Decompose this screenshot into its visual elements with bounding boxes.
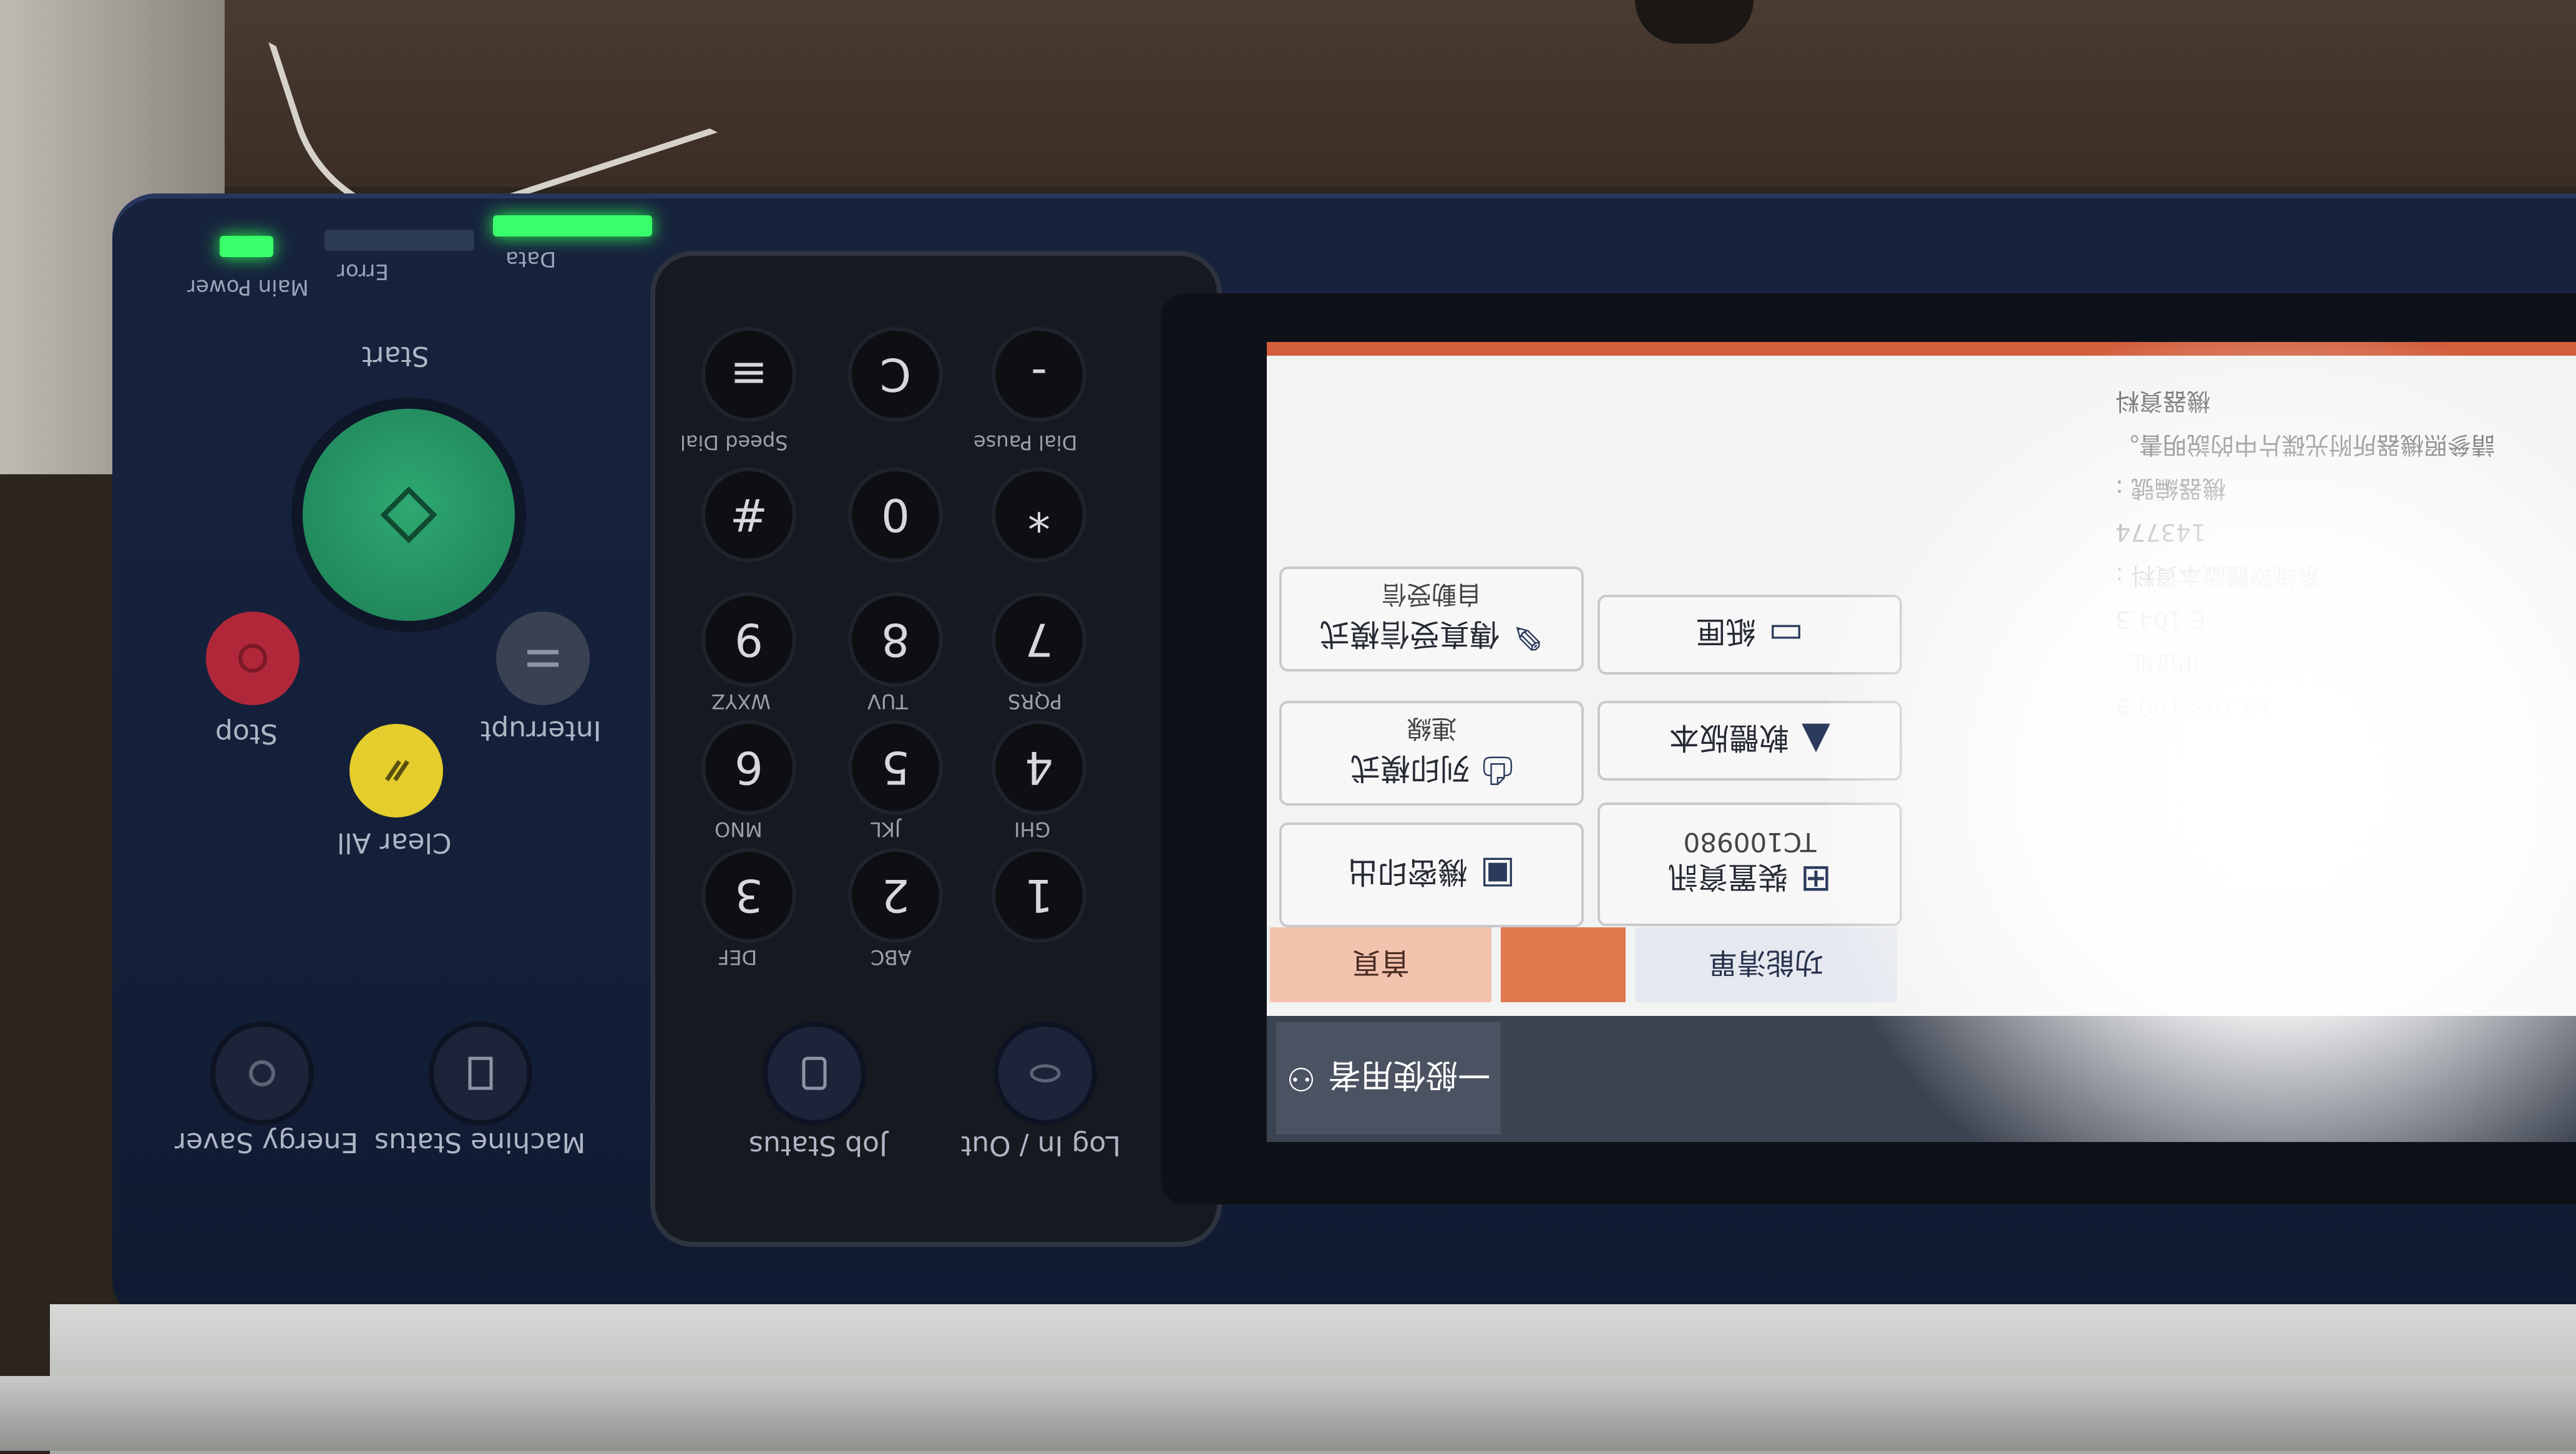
current-user-label: 一般使用者 xyxy=(1328,1056,1491,1094)
key-2-letters: ABC xyxy=(871,945,912,969)
clear-all-button[interactable] xyxy=(349,724,443,817)
counter-value: 143774 xyxy=(2115,519,2207,546)
key-2[interactable]: 2 xyxy=(852,852,939,939)
stop-label: Stop xyxy=(215,718,278,749)
key-6-letters: MNO xyxy=(715,817,763,841)
key-3[interactable]: 3 xyxy=(705,852,793,939)
job-status-button[interactable] xyxy=(768,1027,861,1120)
interrupt-label: Interrupt xyxy=(481,715,602,746)
main-power-label: Main Power xyxy=(187,275,309,300)
screen-top-bar xyxy=(1267,342,2576,356)
device-info-id: TC100980 xyxy=(1683,827,1817,857)
key-7[interactable]: 7 xyxy=(995,596,1083,683)
fax-receive-mode-label: 傳真受信模式 xyxy=(1319,617,1500,652)
energy-saver-label: Energy Saver xyxy=(175,1126,359,1158)
key-3-letters: DEF xyxy=(718,945,758,969)
software-version-label: 軟體版本 xyxy=(1669,720,1789,755)
clear-all-label: Clear All xyxy=(337,827,452,859)
output-tray-lower xyxy=(0,1376,2576,1451)
paper-tray-label: 紙匣 xyxy=(1695,614,1756,649)
key-5[interactable]: 5 xyxy=(852,724,939,811)
secure-print-label: 機密印出 xyxy=(1347,854,1468,889)
data-led xyxy=(493,215,652,237)
current-user-badge[interactable]: 一般使用者 ⚇ xyxy=(1276,1022,1501,1134)
key-9-letters: WXYZ xyxy=(711,690,771,713)
stop-icon xyxy=(238,644,267,673)
version-value: E 104.3 xyxy=(2115,606,2206,633)
dial-pause-key[interactable]: - xyxy=(995,331,1083,418)
tray-icon: ▭ xyxy=(1768,613,1804,656)
stop-button[interactable] xyxy=(206,612,300,705)
touch-screen: 10.193.160.9 IP位址 : E 104.3 系統軟體版本資料 : 1… xyxy=(1267,342,2576,1142)
tab-function-list[interactable]: 功能清單 xyxy=(1635,927,1897,1002)
fax-receive-mode-tile[interactable]: ✎ 傳真受信模式 自動受信 xyxy=(1279,567,1584,671)
screen-tab-bar: 首頁 功能清單 xyxy=(1267,927,2576,1008)
print-mode-tile[interactable]: ⎙ 列印模式 連線 xyxy=(1279,701,1584,806)
fax-icon: ✎ xyxy=(1511,615,1544,659)
interrupt-icon xyxy=(527,650,559,667)
secure-print-tile[interactable]: ▣ 機密印出 xyxy=(1279,822,1584,927)
ip-label: IP位址 : xyxy=(2115,650,2200,677)
machine-label: 機器編號 : xyxy=(2115,475,2226,502)
machine-status-icon xyxy=(468,1056,493,1090)
job-status-label: Job Status xyxy=(749,1130,888,1161)
machine-info-label: 機器資料 xyxy=(2115,388,2211,415)
key-7-letters: PQRS xyxy=(1008,690,1063,713)
machine-status-button[interactable] xyxy=(434,1027,527,1120)
speed-dial-key[interactable]: ≡ xyxy=(705,331,793,418)
clear-all-icon xyxy=(385,760,409,781)
print-mode-status: 連線 xyxy=(1407,714,1456,743)
main-power-led xyxy=(220,236,273,257)
energy-saver-button[interactable] xyxy=(215,1027,309,1120)
fax-receive-status: 自動受信 xyxy=(1382,580,1481,609)
software-icon: ▲ xyxy=(1801,719,1831,763)
dial-pause-label: Dial Pause xyxy=(973,431,1078,454)
energy-saver-icon xyxy=(249,1060,275,1086)
log-in-out-label: Log In / Out xyxy=(961,1130,1121,1161)
manual-note: 請參照機器所附光碟片中的說明書。 xyxy=(2115,431,2496,459)
device-info-icon: ⊞ xyxy=(1800,857,1832,901)
key-hash[interactable]: # xyxy=(705,471,793,559)
job-status-icon xyxy=(802,1056,827,1090)
device-info-label: 裝置資訊 xyxy=(1667,859,1788,894)
paper-tray-tile[interactable]: ▭ 紙匣 xyxy=(1598,595,1902,675)
key-1[interactable]: 1 xyxy=(995,852,1083,939)
print-mode-label: 列印模式 xyxy=(1350,751,1471,786)
log-in-out-button[interactable] xyxy=(998,1027,1092,1120)
interrupt-button[interactable] xyxy=(496,612,590,705)
key-6[interactable]: 6 xyxy=(705,724,793,811)
error-led xyxy=(324,230,474,251)
printer-icon: ⎙ xyxy=(1483,749,1513,793)
start-label: Start xyxy=(362,340,429,372)
start-button[interactable] xyxy=(303,409,515,621)
tab-divider xyxy=(1501,927,1626,1002)
device-info-tile[interactable]: ⊞ 裝置資訊 TC100980 xyxy=(1598,803,1902,926)
key-8[interactable]: 8 xyxy=(852,596,939,683)
user-icon: ⚇ xyxy=(1286,1060,1316,1097)
system-label: 系統軟體版本資料 : xyxy=(2115,562,2321,590)
key-star[interactable]: * xyxy=(995,471,1083,559)
machine-status-label: Machine Status xyxy=(374,1126,586,1158)
key-9[interactable]: 9 xyxy=(705,596,793,683)
key-0[interactable]: 0 xyxy=(852,471,939,559)
secure-print-icon: ▣ xyxy=(1480,853,1516,897)
data-label: Data xyxy=(505,246,557,271)
key-5-letters: JKL xyxy=(871,817,901,841)
error-label: Error xyxy=(337,259,389,284)
machine-info-panel: 10.193.160.9 IP位址 : E 104.3 系統軟體版本資料 : 1… xyxy=(2115,379,2565,729)
tab-home[interactable]: 首頁 xyxy=(1270,927,1491,1002)
log-in-out-icon xyxy=(1030,1064,1061,1083)
key-c[interactable]: C xyxy=(852,331,939,418)
key-4[interactable]: 4 xyxy=(995,724,1083,811)
key-8-letters: TUV xyxy=(867,690,908,713)
speed-dial-label: Speed Dial xyxy=(680,431,788,454)
software-version-tile[interactable]: ▲ 軟體版本 xyxy=(1598,701,1902,781)
key-4-letters: GHI xyxy=(1014,817,1051,841)
start-diamond-icon xyxy=(381,487,437,543)
ip-value: 10.193.160.9 xyxy=(2115,693,2274,721)
